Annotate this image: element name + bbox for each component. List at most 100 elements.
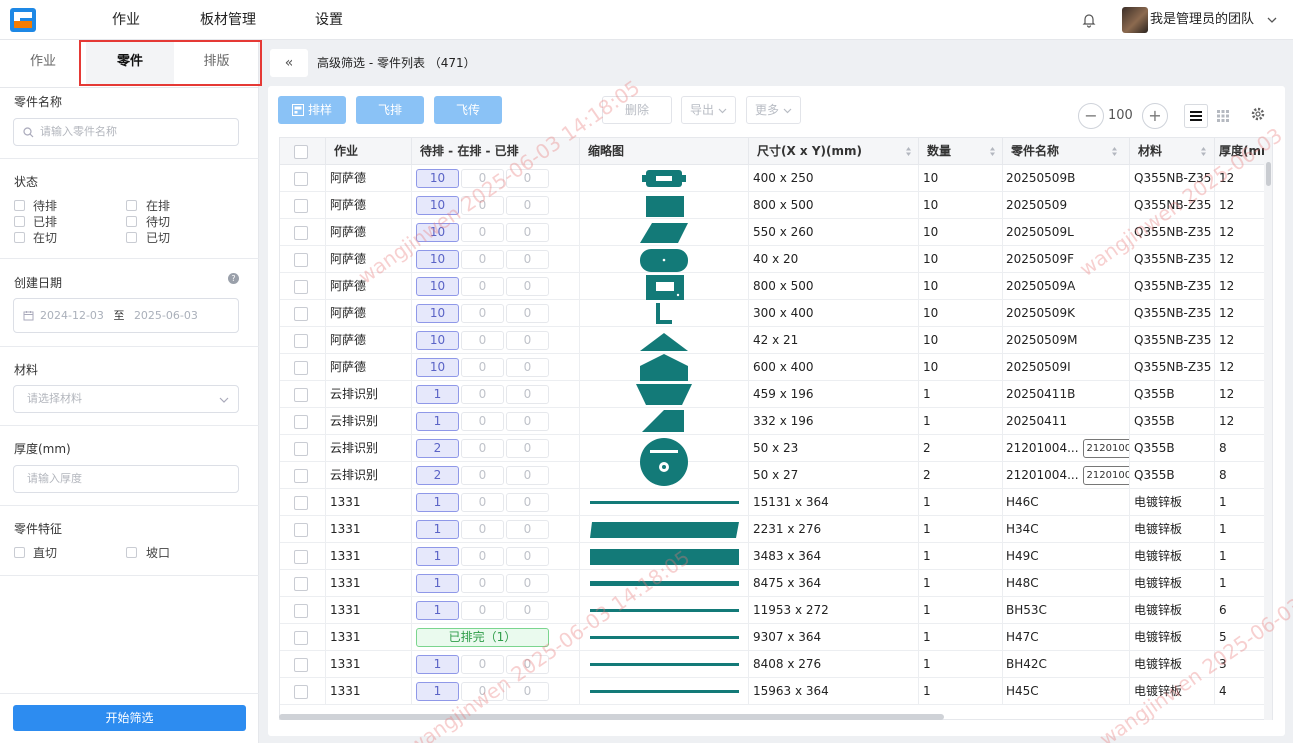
table-row[interactable]: 1331 1 0 0 3483 x 364 1 H49C 电镀锌板 1 xyxy=(280,543,1272,570)
collapse-panel-button[interactable]: « xyxy=(270,49,308,77)
done-count[interactable]: 0 xyxy=(506,304,549,323)
status-checkbox[interactable] xyxy=(126,232,137,243)
more-button[interactable]: 更多 xyxy=(746,96,801,124)
row-checkbox[interactable] xyxy=(294,604,308,618)
zoom-in-button[interactable]: + xyxy=(1142,103,1168,129)
pending-count[interactable]: 1 xyxy=(416,412,459,431)
pending-count[interactable]: 10 xyxy=(416,304,459,323)
col-size[interactable]: 尺寸(X x Y)(mm) xyxy=(749,138,919,165)
thumbnail-cell[interactable] xyxy=(580,489,749,516)
thumbnail-cell[interactable] xyxy=(580,570,749,597)
done-count[interactable]: 0 xyxy=(506,223,549,242)
fly-nest-button[interactable]: 飞排 xyxy=(356,96,424,124)
nav-plate-management[interactable]: 板材管理 xyxy=(200,0,256,40)
done-count[interactable]: 0 xyxy=(506,547,549,566)
table-row[interactable]: 1331 已排完（1） 9307 x 364 1 H47C 电镀锌板 5 xyxy=(280,624,1272,651)
row-checkbox[interactable] xyxy=(294,550,308,564)
thickness-input[interactable]: 请输入厚度 xyxy=(13,465,239,493)
thumbnail-cell[interactable] xyxy=(580,192,749,219)
done-count[interactable]: 0 xyxy=(506,655,549,674)
pending-count[interactable]: 1 xyxy=(416,385,459,404)
pending-count[interactable]: 10 xyxy=(416,277,459,296)
status-checkbox[interactable] xyxy=(126,200,137,211)
in-progress-count[interactable]: 0 xyxy=(461,331,504,350)
row-checkbox[interactable] xyxy=(294,226,308,240)
thumbnail-cell[interactable] xyxy=(580,219,749,246)
nav-job[interactable]: 作业 xyxy=(112,0,140,40)
table-row[interactable]: 阿萨德 10 0 0 800 x 500 10 20250509 Q355NB-Z35 12 xyxy=(280,192,1272,219)
in-progress-count[interactable]: 0 xyxy=(461,223,504,242)
pending-count[interactable]: 10 xyxy=(416,223,459,242)
pending-count[interactable]: 1 xyxy=(416,574,459,593)
grid-view-icon[interactable] xyxy=(1211,104,1235,128)
thumbnail-cell[interactable] xyxy=(580,678,749,705)
tab-nesting[interactable]: 排版 xyxy=(174,40,259,84)
row-checkbox[interactable] xyxy=(294,496,308,510)
done-count[interactable]: 0 xyxy=(506,466,549,485)
pending-count[interactable]: 10 xyxy=(416,331,459,350)
date-range-input[interactable]: 2024-12-03 至 2025-06-03 xyxy=(13,298,239,333)
in-progress-count[interactable]: 0 xyxy=(461,196,504,215)
table-row[interactable]: 阿萨德 10 0 0 42 x 21 10 20250509M Q355NB-Z35 12 xyxy=(280,327,1272,354)
pending-count[interactable]: 1 xyxy=(416,682,459,701)
pending-count[interactable]: 1 xyxy=(416,655,459,674)
row-checkbox[interactable] xyxy=(294,577,308,591)
in-progress-count[interactable]: 0 xyxy=(461,520,504,539)
table-row[interactable]: 阿萨德 10 0 0 400 x 250 10 20250509B Q355NB-Z35 12 xyxy=(280,165,1272,192)
tab-job[interactable]: 作业 xyxy=(0,40,86,84)
col-status[interactable]: 待排 - 在排 - 已排 xyxy=(412,138,580,165)
table-row[interactable]: 云排识别 1 0 0 459 x 196 1 20250411B Q355B 12 xyxy=(280,381,1272,408)
thumbnail-cell[interactable] xyxy=(580,543,749,570)
pending-count[interactable]: 2 xyxy=(416,466,459,485)
row-checkbox[interactable] xyxy=(294,361,308,375)
fly-send-button[interactable]: 飞传 xyxy=(434,96,502,124)
in-progress-count[interactable]: 0 xyxy=(461,385,504,404)
thumbnail-cell[interactable] xyxy=(580,462,749,489)
in-progress-count[interactable]: 0 xyxy=(461,277,504,296)
pending-count[interactable]: 1 xyxy=(416,493,459,512)
row-checkbox[interactable] xyxy=(294,469,308,483)
status-checkbox[interactable] xyxy=(14,216,25,227)
row-checkbox[interactable] xyxy=(294,631,308,645)
done-count[interactable]: 0 xyxy=(506,520,549,539)
done-count[interactable]: 0 xyxy=(506,412,549,431)
part-name-tag[interactable]: 2120100... xyxy=(1082,439,1129,458)
table-row[interactable]: 云排识别20050 x 23221201004...2120100...Q355… xyxy=(280,435,1272,462)
table-row[interactable]: 1331 1 0 0 15131 x 364 1 H46C 电镀锌板 1 xyxy=(280,489,1272,516)
gear-icon[interactable] xyxy=(1250,106,1266,122)
in-progress-count[interactable]: 0 xyxy=(461,358,504,377)
table-row[interactable]: 阿萨德 10 0 0 40 x 20 10 20250509F Q355NB-Z35 12 xyxy=(280,246,1272,273)
in-progress-count[interactable]: 0 xyxy=(461,547,504,566)
pending-count[interactable]: 2 xyxy=(416,439,459,458)
done-count[interactable]: 0 xyxy=(506,196,549,215)
thumbnail-cell[interactable] xyxy=(580,300,749,327)
row-checkbox[interactable] xyxy=(294,658,308,672)
row-checkbox[interactable] xyxy=(294,307,308,321)
thumbnail-cell[interactable] xyxy=(580,624,749,651)
thumbnail-cell[interactable] xyxy=(580,408,749,435)
row-checkbox[interactable] xyxy=(294,415,308,429)
horizontal-scrollbar[interactable] xyxy=(279,714,944,720)
status-checkbox[interactable] xyxy=(14,200,25,211)
done-count[interactable]: 0 xyxy=(506,277,549,296)
zoom-out-button[interactable]: − xyxy=(1078,103,1104,129)
row-checkbox[interactable] xyxy=(294,172,308,186)
part-name-tag[interactable]: 2120100... xyxy=(1082,466,1129,485)
pending-count[interactable]: 1 xyxy=(416,547,459,566)
row-checkbox[interactable] xyxy=(294,685,308,699)
pending-count[interactable]: 1 xyxy=(416,601,459,620)
nest-button[interactable]: 排样 xyxy=(278,96,346,124)
nav-settings[interactable]: 设置 xyxy=(315,0,343,40)
app-logo[interactable] xyxy=(10,8,36,32)
row-checkbox[interactable] xyxy=(294,199,308,213)
table-row[interactable]: 阿萨德 10 0 0 300 x 400 10 20250509K Q355NB-Z35 12 xyxy=(280,300,1272,327)
in-progress-count[interactable]: 0 xyxy=(461,439,504,458)
material-select[interactable]: 请选择材料 xyxy=(13,385,239,413)
table-row[interactable]: 1331 1 0 0 11953 x 272 1 BH53C 电镀锌板 6 xyxy=(280,597,1272,624)
list-view-icon[interactable] xyxy=(1184,104,1208,128)
done-count[interactable]: 0 xyxy=(506,439,549,458)
thumbnail-cell[interactable] xyxy=(580,273,749,300)
col-qty[interactable]: 数量 xyxy=(919,138,1003,165)
col-material[interactable]: 材料 xyxy=(1130,138,1215,165)
thumbnail-cell[interactable] xyxy=(580,516,749,543)
